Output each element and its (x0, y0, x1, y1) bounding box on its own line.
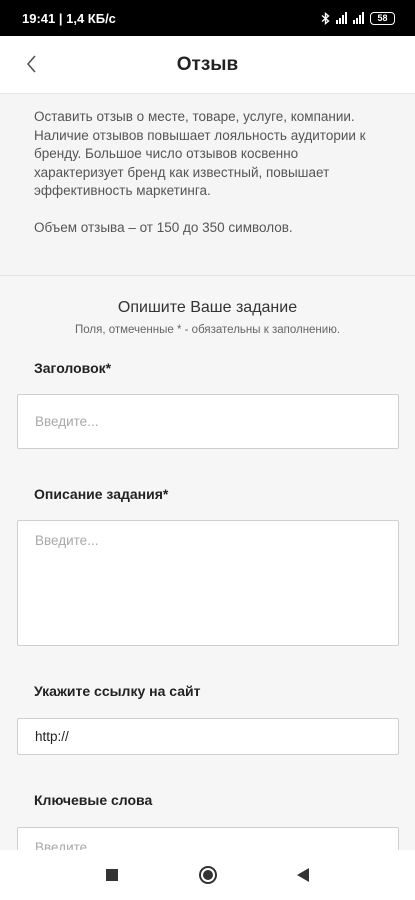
status-icons: 58 (321, 11, 395, 25)
signal-icon (336, 12, 347, 24)
status-bar: 19:41 | 1,4 КБ/с 58 (0, 0, 415, 36)
battery-icon: 58 (370, 11, 395, 25)
intro-paragraph: Оставить отзыв о месте, товаре, услуге, … (34, 109, 366, 199)
form-heading: Опишите Ваше задание (117, 299, 298, 316)
page-title: Отзыв (176, 53, 239, 75)
title-label: Заголовок* (34, 360, 112, 376)
home-circle-icon (198, 866, 217, 884)
chevron-left-icon (26, 55, 36, 73)
url-label: Укажите ссылку на сайт (34, 683, 201, 699)
url-input[interactable] (17, 718, 399, 755)
description-label: Описание задания* (34, 486, 169, 502)
back-button[interactable] (16, 49, 46, 79)
bluetooth-icon (321, 11, 330, 25)
recents-square-icon (105, 869, 118, 881)
status-time-speed: 19:41 | 1,4 КБ/с (22, 10, 116, 26)
form-required-note: Поля, отмеченные * - обязательны к запол… (74, 324, 341, 336)
signal-icon (353, 12, 364, 24)
recents-button[interactable] (99, 862, 125, 888)
intro-volume-note: Объем отзыва – от 150 до 350 символов. (34, 219, 293, 235)
keywords-label: Ключевые слова (34, 792, 153, 808)
home-button[interactable] (195, 862, 221, 888)
back-triangle-icon (297, 868, 309, 882)
back-nav-button[interactable] (291, 862, 317, 888)
app-header: Отзыв (0, 36, 415, 94)
title-input[interactable] (17, 394, 399, 449)
description-textarea[interactable] (17, 520, 399, 646)
system-nav-bar (0, 850, 415, 900)
intro-description: Оставить отзыв о месте, товаре, услуге, … (0, 94, 415, 276)
